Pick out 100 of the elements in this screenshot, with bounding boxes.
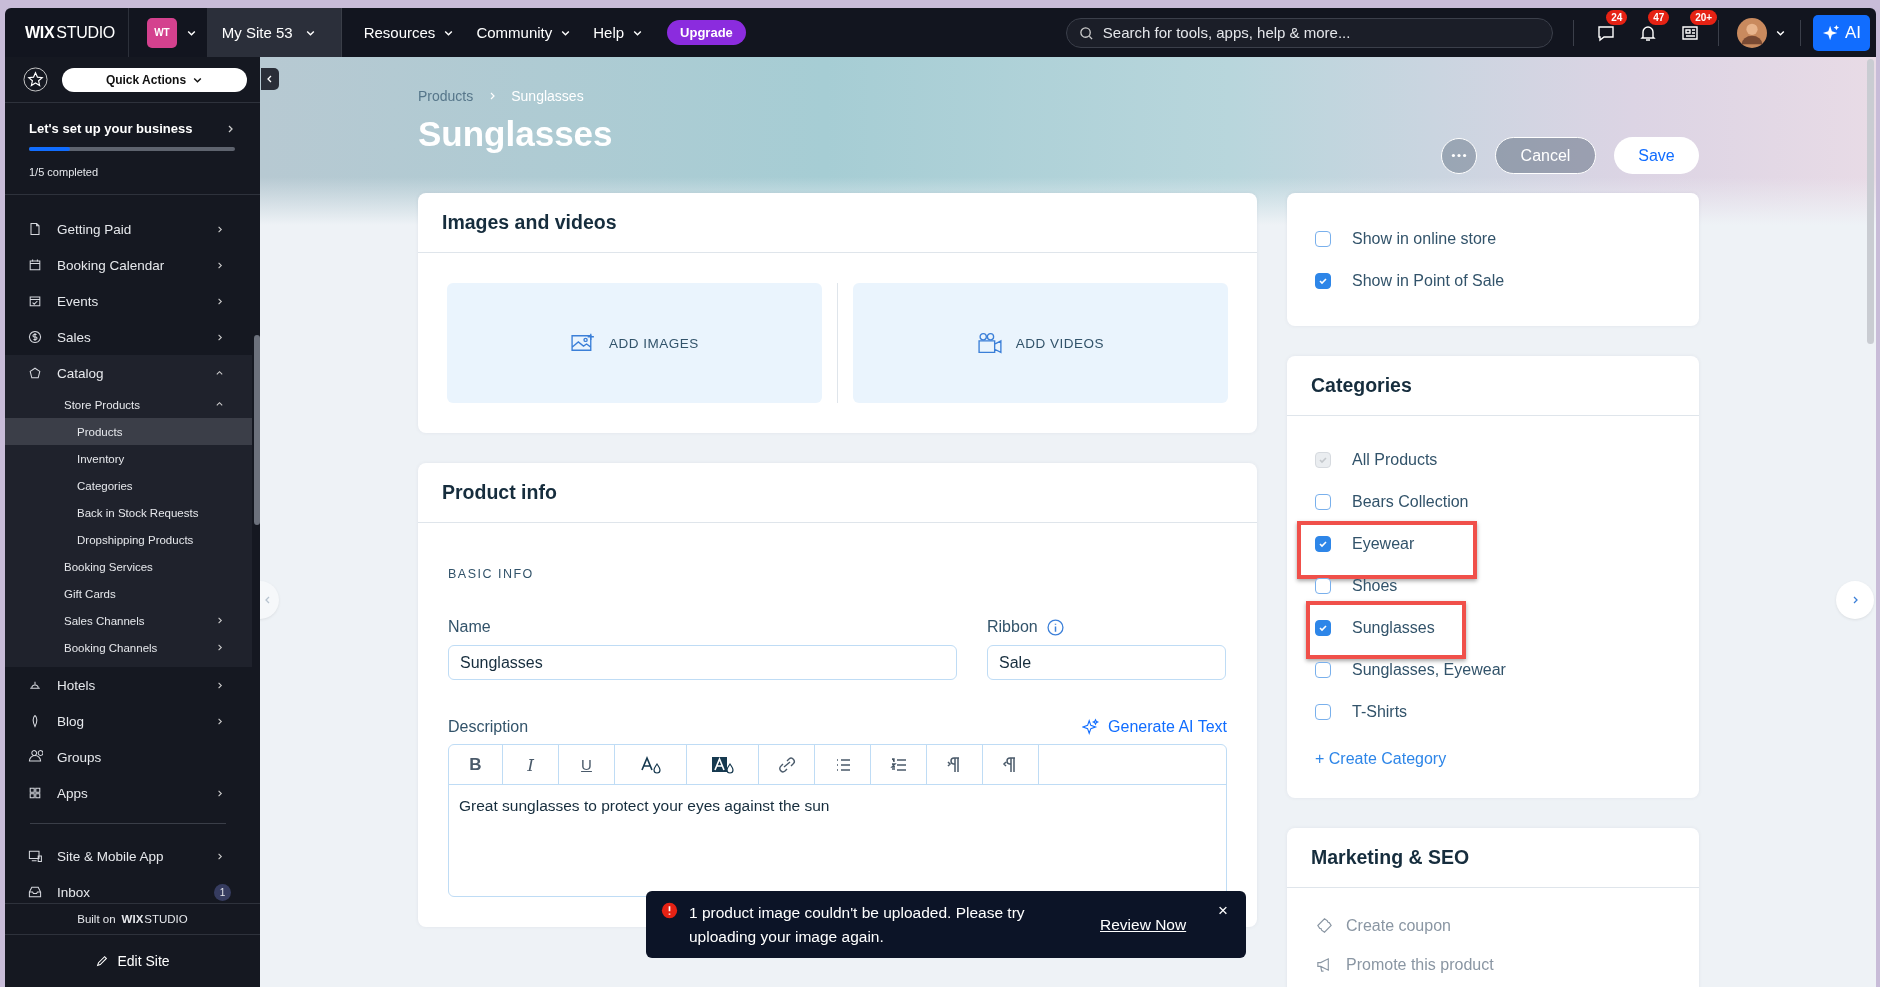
nav-subitem[interactable]: Inventory [5, 445, 252, 472]
nav-icon [27, 884, 43, 900]
count-badge: 1 [214, 883, 231, 901]
chevron-right-icon [215, 716, 224, 726]
card-title: Product info [442, 481, 557, 504]
nav-item[interactable]: Sales [5, 319, 252, 355]
nav-item[interactable]: Getting Paid [5, 211, 252, 247]
card-title: Categories [1311, 374, 1412, 397]
sparkle-icon [1082, 718, 1101, 736]
nav-subitem[interactable]: Booking Services [5, 553, 252, 580]
checkbox-label: Show in online store [1352, 229, 1497, 248]
nav-item[interactable]: Inbox 1 [5, 874, 252, 903]
scrollbar[interactable] [1867, 59, 1874, 344]
nav-icon [27, 329, 43, 345]
nav-item[interactable]: Blog [5, 703, 252, 739]
chevron-right-icon [215, 643, 224, 652]
checkbox[interactable] [1315, 230, 1331, 247]
built-on-text: Built on [77, 913, 116, 925]
quick-actions-button[interactable]: Quick Actions [62, 67, 247, 92]
collapse-sidebar-button[interactable] [261, 68, 279, 90]
nav-item[interactable]: Site & Mobile App [5, 838, 252, 874]
more-icon [1451, 153, 1467, 158]
setup-title[interactable]: Let's set up your business [29, 121, 193, 136]
chevron-right-icon [215, 260, 224, 270]
progress-text: 1/5 completed [29, 166, 100, 178]
tag-icon [1315, 916, 1334, 935]
chevron-right-icon [215, 680, 224, 690]
close-button[interactable]: × [1218, 901, 1228, 921]
toast-message: 1 product image couldn't be uploaded. Please try uploading your image again. [689, 902, 1026, 947]
scrollbar[interactable] [254, 335, 260, 525]
upgrade-button[interactable]: Upgrade [667, 20, 746, 45]
site-selector[interactable]: My Site 53 [207, 8, 342, 57]
notification-badge: 47 [1648, 9, 1670, 25]
avatar[interactable] [1737, 17, 1768, 48]
description-text: Great sunglasses to protect your eyes against the sun [458, 796, 831, 816]
nav-item[interactable]: Events [5, 283, 252, 319]
checkbox-label: Sunglasses [1352, 618, 1435, 637]
chevron-right-icon [215, 616, 224, 625]
name-field[interactable]: Sunglasses [448, 645, 957, 680]
upload-tile[interactable]: ADD VIDEOS [853, 283, 1228, 403]
chevron-right-icon [215, 851, 224, 861]
logo[interactable]: WIXSTUDIO [25, 23, 115, 42]
field-label: Name [448, 618, 492, 636]
chevron-right-icon [215, 224, 224, 234]
more-button[interactable] [1441, 137, 1477, 174]
bold-button[interactable]: B [449, 745, 503, 784]
create-category-link[interactable]: + Create Category [1315, 750, 1447, 768]
nav-subitem[interactable]: Gift Cards [5, 580, 252, 607]
upload-tile[interactable]: ADD IMAGES [447, 283, 822, 403]
info-icon[interactable] [1046, 618, 1064, 636]
logo: WIXSTUDIO [121, 913, 188, 925]
field-label: Description [448, 718, 529, 736]
nav-item[interactable]: Hotels [5, 667, 252, 703]
menu-dropdown[interactable]: Resources [363, 24, 455, 41]
error-icon [661, 902, 678, 919]
highlight-icon [710, 754, 735, 775]
nav-icon [27, 749, 43, 765]
review-now-link[interactable]: Review Now [1100, 915, 1187, 934]
checkbox-label: Show in Point of Sale [1352, 271, 1505, 290]
save-button[interactable]: Save [1614, 137, 1699, 174]
checkbox[interactable] [1315, 619, 1331, 636]
ai-button[interactable]: AI [1813, 14, 1870, 51]
video-camera-icon [976, 331, 1004, 355]
menu-dropdown[interactable]: Community [476, 24, 572, 41]
nav-subitem[interactable]: Store Products [5, 391, 252, 418]
underline-button[interactable]: U [559, 745, 615, 784]
checkbox-label: T-Shirts [1352, 702, 1408, 721]
text-color-icon [638, 754, 663, 775]
nav-subitem[interactable]: Dropshipping Products [5, 526, 252, 553]
notification-badge: 24 [1606, 9, 1628, 25]
chevron-right-icon [215, 332, 224, 342]
checkbox[interactable] [1315, 535, 1331, 552]
checkbox[interactable] [1315, 703, 1331, 720]
workspace-badge[interactable]: WT [146, 17, 177, 48]
ribbon-field[interactable]: Sale [987, 645, 1226, 680]
field-label: Ribbon [987, 618, 1038, 636]
edit-site-button[interactable]: Edit Site [5, 935, 260, 987]
page-title: Sunglasses [418, 114, 613, 154]
checkbox-label: Sunglasses, Eyewear [1352, 660, 1506, 679]
generate-ai-text-link[interactable]: Generate AI Text [1082, 718, 1227, 736]
nav-item[interactable]: Catalog [5, 355, 252, 391]
nav-subitem[interactable]: Back in Stock Requests [5, 499, 252, 526]
nav-subitem[interactable]: Products [5, 418, 252, 445]
nav-icon [27, 848, 43, 864]
checkbox[interactable] [1315, 661, 1331, 678]
notification-badge: 20+ [1690, 9, 1718, 25]
breadcrumb-current: Sunglasses [511, 88, 584, 104]
nav-subitem[interactable]: Categories [5, 472, 252, 499]
nav-item[interactable]: Apps [5, 775, 252, 811]
nav-subitem[interactable]: Booking Channels [5, 634, 252, 661]
nav-subitem[interactable]: Sales Channels [5, 607, 252, 634]
pencil-icon [95, 954, 110, 968]
search-field[interactable]: Search for tools, apps, help & more... [1065, 17, 1554, 48]
checkbox[interactable] [1315, 272, 1331, 289]
nav-item[interactable]: Groups [5, 739, 252, 775]
nav-item[interactable]: Booking Calendar [5, 247, 252, 283]
menu-dropdown[interactable]: Help [593, 24, 644, 41]
checkbox[interactable] [1315, 493, 1331, 510]
checkbox-label: Bears Collection [1352, 492, 1469, 511]
italic-button[interactable]: I [503, 745, 559, 784]
